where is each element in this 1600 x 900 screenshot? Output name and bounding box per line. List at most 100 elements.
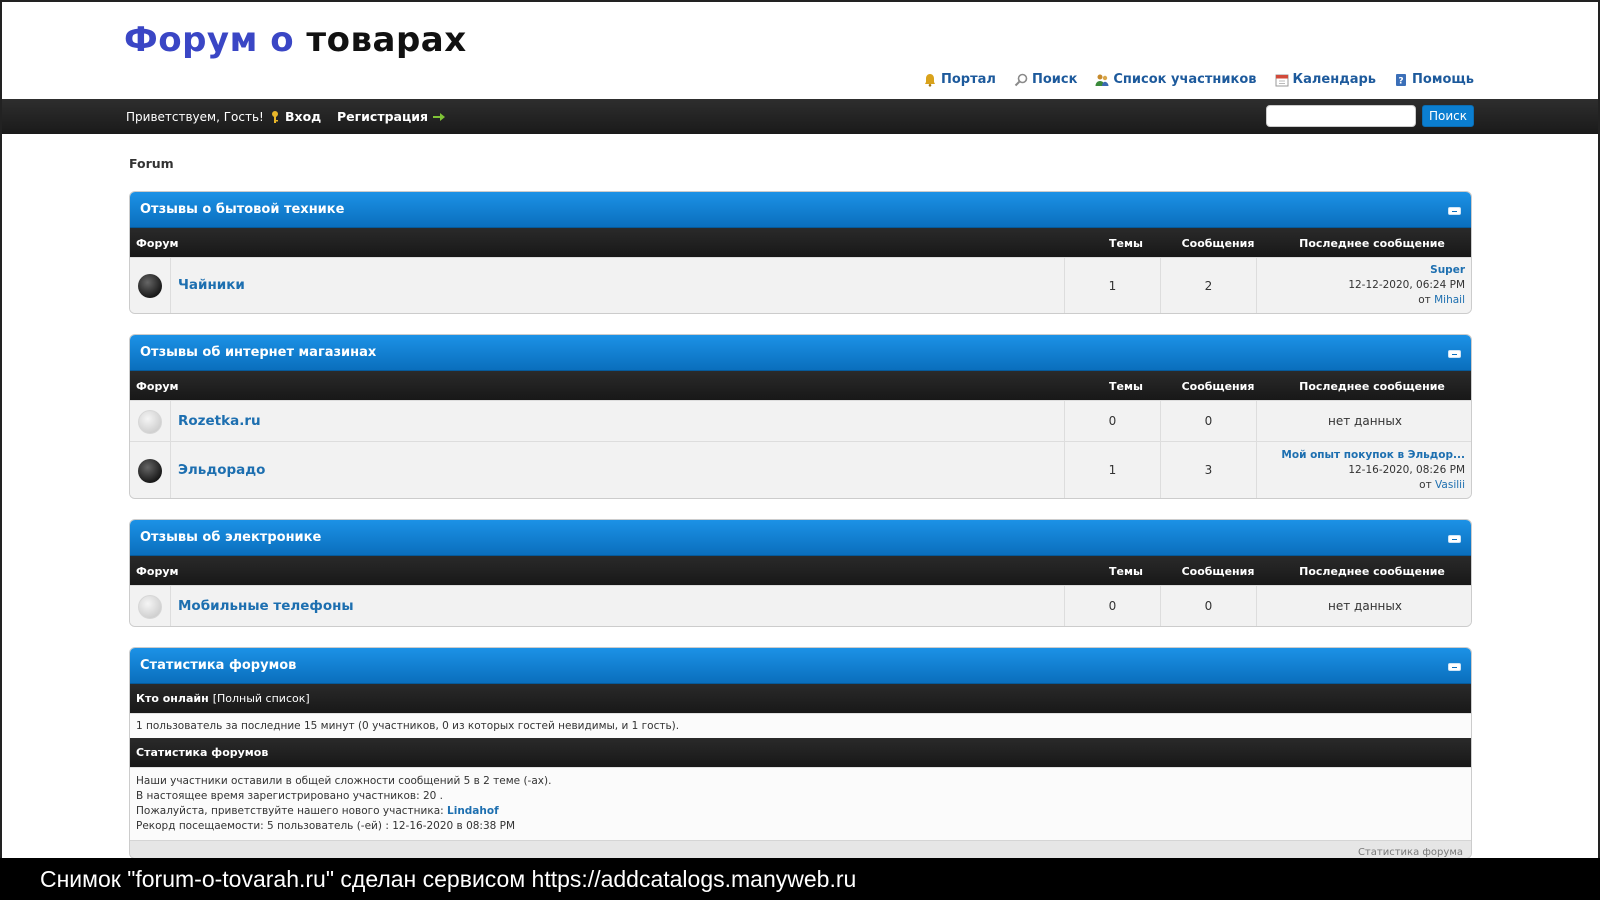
- online-summary: 1 пользователь за последние 15 минут (0 …: [130, 713, 1471, 738]
- forum-link[interactable]: Мобильные телефоны: [178, 598, 354, 614]
- collapse-icon[interactable]: [1448, 663, 1461, 671]
- last-post-link[interactable]: Super: [1430, 263, 1465, 278]
- row-divider: [170, 401, 171, 441]
- members-link-label: Список участников: [1113, 72, 1257, 87]
- forum-last-post: Super 12-12-2020, 06:24 PM от Mihail: [1256, 258, 1471, 313]
- category-title[interactable]: Отзывы об электронике: [140, 530, 321, 545]
- search-link-label: Поиск: [1031, 72, 1078, 87]
- stats-footer-label: Статистика форума: [1357, 847, 1463, 858]
- row-divider: [170, 442, 171, 498]
- forum-link[interactable]: Эльдорадо: [178, 462, 265, 478]
- members-link[interactable]: Список участников: [1095, 72, 1257, 87]
- col-posts: Сообщения: [1181, 237, 1255, 250]
- last-post-by-prefix: от: [1418, 294, 1431, 306]
- col-forum: Форум: [136, 380, 179, 393]
- portal-link-label: Портал: [940, 72, 996, 87]
- category-title[interactable]: Отзывы об интернет магазинах: [140, 345, 376, 360]
- who-online-header: Кто онлайн [Полный список]: [130, 684, 1471, 713]
- search-link[interactable]: Поиск: [1014, 72, 1077, 87]
- forum-row: Эльдорадо 1 3 Мой опыт покупок в Эльдор.…: [130, 441, 1471, 498]
- register-link[interactable]: Регистрация: [337, 109, 446, 124]
- calendar-icon: [1275, 74, 1288, 86]
- help-link-label: Помощь: [1412, 72, 1474, 87]
- forum-row: Чайники 1 2 Super 12-12-2020, 06:24 PM о…: [130, 257, 1471, 313]
- forum-last-post-empty: нет данных: [1256, 586, 1471, 626]
- last-post-author-line: от Vasilii: [1419, 478, 1465, 493]
- forum-last-post-empty: нет данных: [1256, 401, 1471, 441]
- forum-status-none-icon: [138, 595, 162, 619]
- login-link[interactable]: Вход: [270, 109, 321, 124]
- last-post-link[interactable]: Мой опыт покупок в Эльдор...: [1281, 448, 1465, 463]
- stats-posts-line: Наши участники оставили в общей сложност…: [136, 775, 552, 787]
- col-posts: Сообщения: [1181, 565, 1255, 578]
- breadcrumb[interactable]: Forum: [129, 156, 174, 171]
- row-divider: [170, 258, 171, 313]
- column-header: Форум Темы Сообщения Последнее сообщение: [130, 371, 1471, 400]
- bell-icon: [924, 73, 935, 87]
- calendar-link-label: Календарь: [1292, 72, 1377, 87]
- user-navbar: Приветствуем, Гость! Вход Регистрация По…: [2, 99, 1598, 134]
- calendar-link[interactable]: Календарь: [1275, 72, 1377, 87]
- last-post-date: 12-12-2020, 06:24 PM: [1348, 279, 1465, 291]
- forum-topics-count: 0: [1064, 586, 1160, 626]
- collapse-icon[interactable]: [1448, 207, 1461, 215]
- newest-member-link[interactable]: Lindahof: [447, 805, 499, 817]
- portal-link[interactable]: Портал: [923, 72, 996, 87]
- magnifier-icon: [1014, 73, 1028, 86]
- category-title[interactable]: Отзывы о бытовой технике: [140, 202, 344, 217]
- register-label: Регистрация: [337, 109, 429, 124]
- forum-posts-count: 3: [1160, 442, 1256, 498]
- forum-status-new-icon: [138, 274, 162, 298]
- column-header: Форум Темы Сообщения Последнее сообщение: [130, 556, 1471, 585]
- stats-header: Статистика форумов: [130, 648, 1471, 684]
- category-home-appliances: Отзывы о бытовой технике Форум Темы Сооб…: [129, 191, 1472, 314]
- help-icon: ?: [1396, 73, 1407, 86]
- category-electronics: Отзывы об электронике Форум Темы Сообщен…: [129, 519, 1472, 627]
- greeting-text: Приветствуем, Гость!: [126, 109, 264, 124]
- column-header: Форум Темы Сообщения Последнее сообщение: [130, 228, 1471, 257]
- col-last-post: Последнее сообщение: [1299, 380, 1445, 393]
- key-icon: [272, 110, 278, 123]
- stats-footer: Статистика форума: [130, 840, 1471, 858]
- category-header: Отзывы о бытовой технике: [130, 192, 1471, 228]
- forum-link[interactable]: Rozetka.ru: [178, 413, 261, 429]
- forum-topics-count: 0: [1064, 401, 1160, 441]
- category-header: Отзывы об электронике: [130, 520, 1471, 556]
- stats-title: Статистика форумов: [140, 658, 297, 673]
- search-button[interactable]: Поиск: [1422, 105, 1474, 127]
- stats-members-line: В настоящее время зарегистрировано участ…: [136, 790, 444, 802]
- col-forum: Форум: [136, 565, 179, 578]
- forum-row: Rozetka.ru 0 0 нет данных: [130, 400, 1471, 441]
- search-input[interactable]: [1266, 105, 1416, 127]
- screenshot-caption: Снимок "forum-o-tovarah.ru" сделан серви…: [0, 858, 1600, 900]
- stats-newest-line: Пожалуйста, приветствуйте нашего нового …: [136, 804, 1465, 819]
- arrow-right-icon: [433, 112, 446, 121]
- forum-status-new-icon: [138, 459, 162, 483]
- forum-row: Мобильные телефоны 0 0 нет данных: [130, 585, 1471, 626]
- col-topics: Темы: [1109, 237, 1143, 250]
- stats-sub-title: Статистика форумов: [136, 746, 269, 759]
- col-last-post: Последнее сообщение: [1299, 237, 1445, 250]
- forum-last-post: Мой опыт покупок в Эльдор... 12-16-2020,…: [1256, 442, 1471, 498]
- users-icon: [1095, 74, 1109, 86]
- full-list-link[interactable]: [Полный список]: [213, 692, 310, 705]
- collapse-icon[interactable]: [1448, 535, 1461, 543]
- forum-status-none-icon: [138, 410, 162, 434]
- top-links: Портал Поиск Список участников Календарь…: [923, 72, 1474, 87]
- help-link[interactable]: ? Помощь: [1394, 72, 1474, 87]
- last-post-date: 12-16-2020, 08:26 PM: [1348, 463, 1465, 476]
- forum-posts-count: 2: [1160, 258, 1256, 313]
- category-online-stores: Отзывы об интернет магазинах Форум Темы …: [129, 334, 1472, 499]
- site-logo[interactable]: Форум о товарах: [124, 20, 467, 60]
- collapse-icon[interactable]: [1448, 350, 1461, 358]
- svg-text:?: ?: [1398, 76, 1403, 86]
- forum-link[interactable]: Чайники: [178, 277, 245, 293]
- who-online-label: Кто онлайн: [136, 692, 209, 705]
- stats-details: Наши участники оставили в общей сложност…: [130, 767, 1471, 840]
- forum-topics-count: 1: [1064, 442, 1160, 498]
- forum-topics-count: 1: [1064, 258, 1160, 313]
- last-post-author[interactable]: Vasilii: [1435, 479, 1465, 491]
- row-divider: [170, 586, 171, 626]
- forum-posts-count: 0: [1160, 401, 1256, 441]
- last-post-author[interactable]: Mihail: [1434, 294, 1465, 306]
